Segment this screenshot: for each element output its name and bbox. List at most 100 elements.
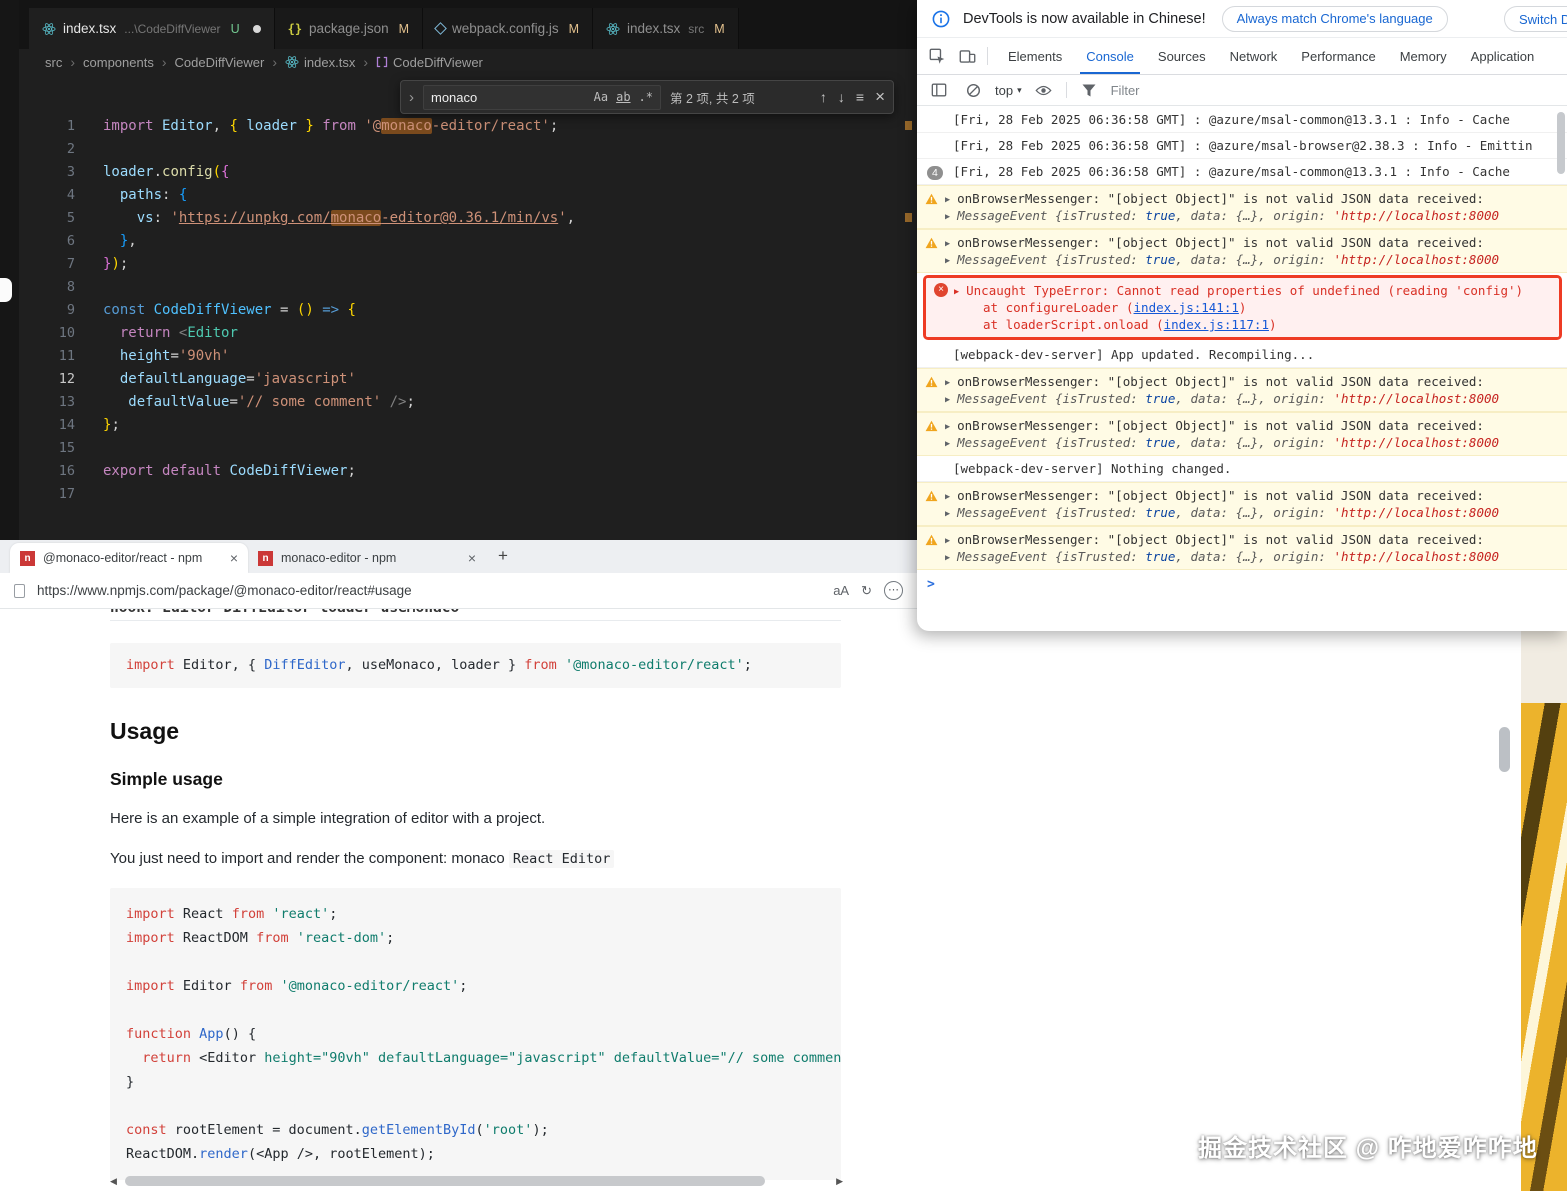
unsaved-dot-icon[interactable] — [253, 25, 261, 33]
line-number: 16 — [19, 460, 75, 483]
more-options-icon[interactable]: ⋯ — [884, 581, 903, 600]
breadcrumb-item[interactable]: src — [45, 55, 62, 70]
previous-match-icon[interactable]: ↑ — [820, 89, 827, 105]
match-language-button[interactable]: Always match Chrome's language — [1222, 6, 1448, 32]
scrollbar-thumb[interactable] — [125, 1176, 765, 1186]
regex-icon[interactable]: .* — [639, 90, 653, 104]
expand-icon[interactable]: ▶ — [945, 375, 950, 392]
address-bar[interactable]: https://www.npmjs.com/package/@monaco-ed… — [0, 573, 917, 609]
expand-icon[interactable]: ▶ — [945, 550, 950, 567]
warning-icon — [925, 375, 938, 407]
expand-icon[interactable]: ▶ — [945, 419, 950, 436]
devtools-tabs: ElementsConsoleSourcesNetworkPerformance… — [996, 38, 1559, 74]
device-toolbar-icon[interactable] — [955, 44, 979, 68]
git-status-letter: U — [231, 22, 240, 36]
browser-tab[interactable]: n@monaco-editor/react - npm× — [10, 543, 248, 573]
new-tab-icon[interactable]: + — [498, 546, 508, 566]
console-sidebar-icon[interactable] — [927, 78, 951, 102]
expand-icon[interactable]: ▶ — [945, 209, 950, 226]
devtools-tab-application[interactable]: Application — [1459, 38, 1547, 74]
filter-input[interactable]: Filter — [1111, 83, 1140, 98]
page-info-icon[interactable] — [14, 584, 25, 598]
code-line: 15 — [19, 437, 917, 460]
switch-language-button[interactable]: Switch DevTools to Chinese — [1504, 6, 1567, 32]
tab-detail: ...\CodeDiffViewer — [124, 22, 220, 36]
clear-console-icon[interactable] — [961, 78, 985, 102]
tab-title: monaco-editor - npm — [281, 551, 460, 565]
horizontal-scrollbar[interactable]: ◀ ▶ — [110, 1174, 843, 1188]
inspect-icon[interactable] — [925, 44, 949, 68]
chevron-right-icon: › — [70, 54, 75, 70]
toggle-replace-icon[interactable]: › — [409, 89, 414, 106]
divider — [987, 47, 988, 65]
scroll-right-icon[interactable]: ▶ — [836, 1176, 843, 1187]
line-number: 6 — [19, 230, 75, 253]
close-icon[interactable]: × — [468, 550, 476, 566]
code-editor[interactable]: 1import Editor, { loader } from '@monaco… — [19, 75, 917, 540]
console-log: [Fri, 28 Feb 2025 06:36:58 GMT] : @azure… — [917, 107, 1567, 631]
page-scrollbar-thumb[interactable] — [1499, 727, 1510, 772]
browser-tab[interactable]: nmonaco-editor - npm× — [248, 543, 486, 573]
live-expression-icon[interactable] — [1032, 78, 1056, 102]
match-case-icon[interactable]: Aa — [594, 90, 608, 104]
source-link[interactable]: index.js:141:1 — [1134, 300, 1239, 315]
find-query[interactable]: monaco — [431, 90, 586, 105]
editor-tab[interactable]: {}package.jsonM — [275, 8, 423, 49]
expand-icon[interactable]: ▶ — [945, 436, 950, 453]
editor-tab[interactable]: index.tsxsrcM — [593, 8, 739, 49]
breadcrumb-item[interactable]: CodeDiffViewer — [175, 55, 265, 70]
refresh-icon[interactable]: ↻ — [861, 583, 872, 599]
breadcrumb-item[interactable]: components — [83, 55, 154, 70]
expand-icon[interactable]: ▶ — [945, 506, 950, 523]
devtools-tab-elements[interactable]: Elements — [996, 38, 1074, 74]
console-scrollbar[interactable] — [1557, 110, 1565, 623]
devtools-tab-sources[interactable]: Sources — [1146, 38, 1218, 74]
scrollbar-thumb[interactable] — [1557, 112, 1565, 174]
expand-icon[interactable]: ▶ — [945, 533, 950, 550]
photo-thumbnail — [1521, 629, 1567, 1191]
scroll-left-icon[interactable]: ◀ — [110, 1176, 117, 1187]
translate-icon[interactable]: aA — [833, 583, 849, 598]
expand-icon[interactable]: ▶ — [945, 192, 950, 209]
browser-tab-strip: n@monaco-editor/react - npm×nmonaco-edit… — [0, 540, 917, 573]
expand-icon[interactable]: ▶ — [945, 253, 950, 270]
code-line: 1import Editor, { loader } from '@monaco… — [19, 115, 917, 138]
line-number: 11 — [19, 345, 75, 368]
expand-icon[interactable]: ▶ — [945, 236, 950, 253]
next-match-icon[interactable]: ↓ — [838, 89, 845, 105]
breadcrumb[interactable]: src›components›CodeDiffViewer›index.tsx›… — [45, 49, 483, 75]
tab-label: index.tsx — [627, 21, 680, 36]
url-text[interactable]: https://www.npmjs.com/package/@monaco-ed… — [37, 583, 821, 598]
line-number: 13 — [19, 391, 75, 414]
context-selector[interactable]: top▾ — [995, 83, 1022, 98]
breadcrumb-item[interactable]: index.tsx — [285, 55, 355, 70]
close-icon[interactable]: × — [230, 550, 238, 566]
code-line: 9const CodeDiffViewer = () => { — [19, 299, 917, 322]
expand-icon[interactable]: ▶ — [945, 392, 950, 409]
prompt-chevron-icon: > — [927, 577, 935, 592]
source-link[interactable]: index.js:117:1 — [1164, 317, 1269, 332]
expand-icon[interactable]: ▶ — [945, 489, 950, 506]
find-in-selection-icon[interactable]: ≡ — [856, 89, 864, 105]
chevron-right-icon: › — [162, 54, 167, 70]
tab-label: webpack.config.js — [452, 21, 559, 36]
code-block-import: import Editor, { DiffEditor, useMonaco, … — [110, 643, 841, 688]
devtools-tab-memory[interactable]: Memory — [1388, 38, 1459, 74]
whole-word-icon[interactable]: ab — [616, 90, 630, 104]
symbol-icon — [376, 56, 388, 68]
code-line: 4 paths: { — [19, 184, 917, 207]
inline-code: React Editor — [509, 850, 615, 868]
editor-tab[interactable]: index.tsx...\CodeDiffViewerU — [29, 8, 275, 49]
expand-icon[interactable]: ▶ — [954, 284, 959, 301]
close-icon[interactable]: × — [875, 87, 885, 107]
devtools-tab-network[interactable]: Network — [1218, 38, 1290, 74]
find-input[interactable]: monaco Aa ab .* — [423, 85, 661, 110]
devtools-panel: DevTools is now available in Chinese! Al… — [917, 0, 1567, 631]
devtools-tab-performance[interactable]: Performance — [1289, 38, 1387, 74]
editor-tab[interactable]: webpack.config.jsM — [423, 8, 593, 49]
line-number: 1 — [19, 115, 75, 138]
console-prompt[interactable]: > — [917, 570, 1567, 599]
devtools-tab-console[interactable]: Console — [1074, 38, 1146, 74]
line-number: 9 — [19, 299, 75, 322]
breadcrumb-item[interactable]: CodeDiffViewer — [376, 55, 483, 70]
